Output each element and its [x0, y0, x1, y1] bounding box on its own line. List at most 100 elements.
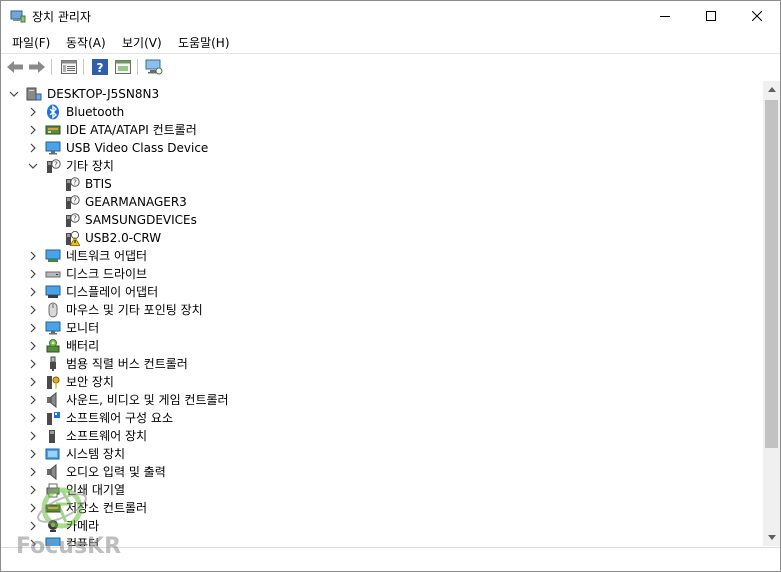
expand-chevron-icon[interactable]	[26, 122, 40, 138]
tree-category-item[interactable]: 범용 직렬 버스 컨트롤러	[1, 355, 741, 373]
warning-device-icon	[64, 230, 81, 246]
expand-chevron-icon[interactable]	[26, 266, 40, 282]
tree-item-label: 오디오 입력 및 출력	[66, 465, 166, 479]
expand-chevron-icon[interactable]	[26, 410, 40, 426]
unknown-device-icon: ?	[45, 158, 61, 174]
properties-icon[interactable]	[59, 58, 79, 76]
minimize-button[interactable]	[642, 1, 688, 31]
forward-arrow-icon[interactable]	[27, 58, 47, 76]
usb-icon	[45, 356, 61, 372]
tree-item-label: 배터리	[66, 339, 100, 353]
tree-category-item[interactable]: 사운드, 비디오 및 게임 컨트롤러	[1, 391, 741, 409]
expand-chevron-icon[interactable]	[26, 104, 40, 120]
tree-item-label: 디스플레이 어댑터	[66, 285, 159, 299]
display-adapter-icon	[45, 284, 61, 300]
update-driver-icon[interactable]	[113, 58, 133, 76]
collapse-chevron-icon[interactable]	[26, 158, 40, 174]
expand-chevron-icon[interactable]	[26, 446, 40, 462]
expand-chevron-icon[interactable]	[26, 428, 40, 444]
tree-category-item[interactable]: USB Video Class Device	[1, 139, 741, 157]
tree-item-label: 디스크 드라이브	[66, 267, 148, 281]
tree-item-label: 범용 직렬 버스 컨트롤러	[66, 357, 188, 371]
tree-item-label: USB2.0-CRW	[85, 231, 162, 245]
expand-chevron-icon[interactable]	[26, 374, 40, 390]
bluetooth-icon	[45, 104, 61, 120]
watermark-text: FocusKR	[16, 534, 122, 559]
software-device-icon	[45, 428, 61, 444]
svg-text:?: ?	[73, 197, 77, 205]
menu-file[interactable]: 파일(F)	[10, 34, 52, 51]
tree-category-item[interactable]: 배터리	[1, 337, 741, 355]
expand-chevron-icon[interactable]	[26, 320, 40, 336]
collapse-chevron-icon[interactable]	[7, 86, 21, 102]
svg-text:?: ?	[54, 161, 58, 169]
expand-chevron-icon[interactable]	[26, 338, 40, 354]
tree-child-item[interactable]: ? BTIS	[1, 175, 741, 193]
tree-root[interactable]: DESKTOP-J5SN8N3	[1, 85, 741, 103]
tree-category-item[interactable]: 보안 장치	[1, 373, 741, 391]
menu-action[interactable]: 동작(A)	[64, 34, 108, 51]
tree-item-label: GEARMANAGER3	[85, 195, 187, 209]
tree-category-item[interactable]: 디스크 드라이브	[1, 265, 741, 283]
tree-category-item[interactable]: ? 기타 장치	[1, 157, 741, 175]
software-component-icon	[45, 410, 61, 426]
menu-view[interactable]: 보기(V)	[120, 34, 164, 51]
unknown-device-icon: ?	[64, 212, 80, 228]
tree-category-item[interactable]: 마우스 및 기타 포인팅 장치	[1, 301, 741, 319]
watermark-logo: FocusKR	[14, 482, 124, 567]
tree-category-item[interactable]: 오디오 입력 및 출력	[1, 463, 741, 481]
expand-chevron-icon[interactable]	[26, 392, 40, 408]
tree-item-label: 사운드, 비디오 및 게임 컨트롤러	[66, 393, 229, 407]
battery-icon	[45, 338, 61, 354]
monitor-icon	[45, 140, 61, 156]
svg-text:?: ?	[73, 179, 77, 187]
expand-chevron-icon[interactable]	[26, 284, 40, 300]
expand-chevron-icon[interactable]	[26, 464, 40, 480]
help-icon[interactable]: ?	[90, 58, 110, 76]
tree-child-item[interactable]: ? GEARMANAGER3	[1, 193, 741, 211]
tree-root-label: DESKTOP-J5SN8N3	[47, 87, 160, 101]
ide-controller-icon	[45, 122, 61, 138]
close-button[interactable]	[734, 1, 780, 31]
tree-item-label: SAMSUNGDEVICEs	[85, 213, 197, 227]
tree-category-item[interactable]: 소프트웨어 구성 요소	[1, 409, 741, 427]
tree-item-label: 소프트웨어 구성 요소	[66, 411, 173, 425]
title-bar[interactable]: 장치 관리자	[1, 1, 780, 31]
tree-category-item[interactable]: 디스플레이 어댑터	[1, 283, 741, 301]
unknown-device-icon: ?	[64, 194, 80, 210]
menu-help[interactable]: 도움말(H)	[176, 34, 232, 51]
maximize-button[interactable]	[688, 1, 734, 31]
device-tree[interactable]: DESKTOP-J5SN8N3 Bluetooth IDE ATA/ATAPI 컨…	[1, 81, 763, 546]
scan-hardware-icon[interactable]	[144, 58, 164, 76]
back-arrow-icon[interactable]	[5, 58, 25, 76]
svg-text:?: ?	[73, 215, 77, 223]
tree-category-item[interactable]: IDE ATA/ATAPI 컨트롤러	[1, 121, 741, 139]
system-device-icon	[45, 446, 61, 462]
tree-item-label: IDE ATA/ATAPI 컨트롤러	[66, 123, 197, 137]
device-manager-icon	[10, 9, 26, 23]
expand-chevron-icon[interactable]	[26, 356, 40, 372]
menu-bar: 파일(F) 동작(A) 보기(V) 도움말(H)	[1, 31, 780, 53]
scroll-up-icon[interactable]	[763, 81, 780, 98]
svg-text:?: ?	[97, 61, 104, 75]
tree-category-item[interactable]: 시스템 장치	[1, 445, 741, 463]
scroll-thumb[interactable]	[765, 100, 778, 448]
tree-item-label: 모니터	[66, 321, 100, 335]
tree-category-item[interactable]: 모니터	[1, 319, 741, 337]
expand-chevron-icon[interactable]	[26, 302, 40, 318]
vertical-scrollbar[interactable]	[763, 81, 780, 546]
tree-item-label: 마우스 및 기타 포인팅 장치	[66, 303, 203, 317]
monitor-icon	[45, 320, 61, 336]
expand-chevron-icon[interactable]	[26, 248, 40, 264]
disk-drive-icon	[45, 266, 61, 282]
tree-item-label: 네트워크 어댑터	[66, 249, 148, 263]
tree-category-item[interactable]: 소프트웨어 장치	[1, 427, 741, 445]
scroll-down-icon[interactable]	[763, 529, 780, 546]
tree-category-item[interactable]: 네트워크 어댑터	[1, 247, 741, 265]
security-key-icon	[45, 374, 61, 390]
expand-chevron-icon[interactable]	[26, 140, 40, 156]
tree-item-label: 보안 장치	[66, 375, 114, 389]
tree-category-item[interactable]: Bluetooth	[1, 103, 741, 121]
tree-child-item[interactable]: ? SAMSUNGDEVICEs	[1, 211, 741, 229]
tree-child-item[interactable]: USB2.0-CRW	[1, 229, 741, 247]
